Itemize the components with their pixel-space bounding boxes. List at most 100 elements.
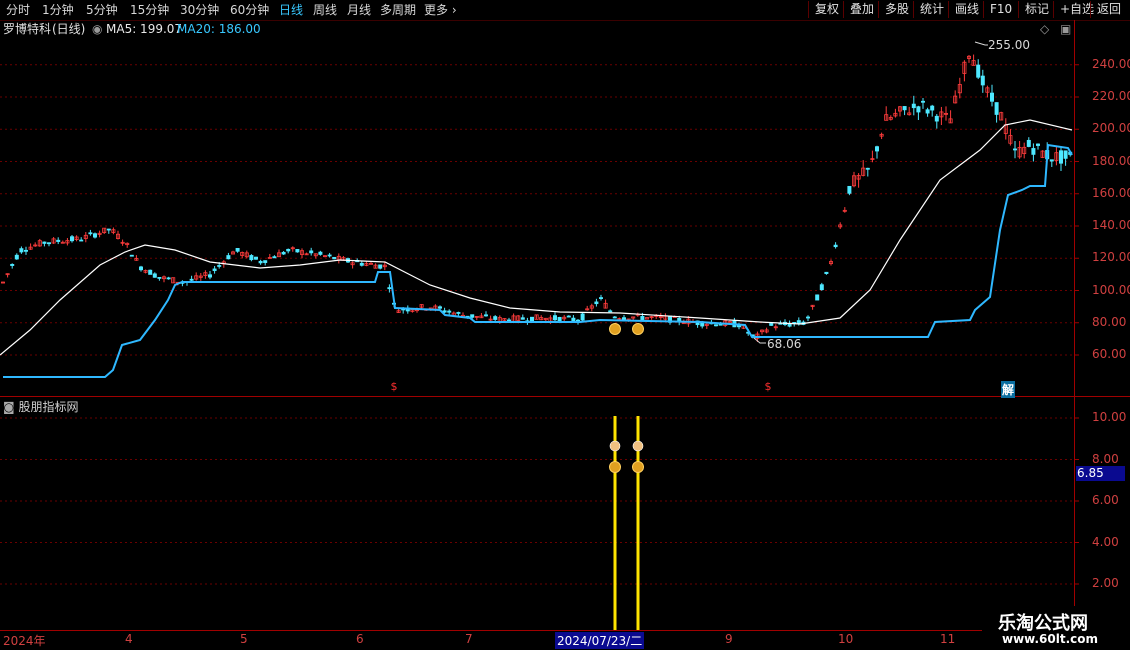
low-price-label: 68.06 (767, 337, 802, 351)
x-label-2024: 2024年 (3, 634, 46, 648)
candle-body (976, 64, 981, 78)
candle-body (769, 323, 774, 326)
candle-body (930, 105, 935, 111)
money-bag-icon (632, 323, 644, 335)
candle-body (42, 241, 47, 244)
candle-body (129, 254, 134, 257)
money-bag-icon (609, 461, 621, 473)
candle-body (1036, 143, 1041, 146)
candle-body (571, 317, 576, 321)
candle-body (249, 255, 254, 261)
candle-body (14, 254, 19, 260)
diamond-icon[interactable]: ◇ (1040, 22, 1049, 36)
trailing-stop-line (3, 143, 1073, 378)
candle-body (806, 316, 811, 319)
candle-body (23, 249, 28, 252)
indicator-tick-label: 2.00 (1092, 576, 1119, 590)
indicator-title: ◙ 股朋指标网 (3, 398, 78, 415)
candle-body (166, 277, 171, 280)
candle-body (875, 146, 880, 152)
candle-body (258, 260, 263, 264)
candle-body (332, 256, 337, 260)
candle-body (327, 254, 332, 257)
indicator-name: 股朋指标网 (18, 400, 79, 414)
price-tick-label: 80.00 (1092, 314, 1127, 329)
candle-body (138, 266, 143, 271)
candle-body (1063, 150, 1068, 159)
candle-body (833, 244, 838, 248)
indicator-tick-label: 6.00 (1092, 493, 1119, 507)
kline-chart[interactable]: $ $ (0, 0, 1130, 650)
window-toggle-icon[interactable]: ▣ (1060, 22, 1071, 36)
candle-body (286, 248, 291, 252)
candle-body (608, 310, 613, 313)
indicator-tick-label: 8.00 (1092, 451, 1119, 466)
candle-body (10, 264, 15, 266)
candle-body (456, 312, 461, 314)
candle-body (865, 167, 870, 170)
candle-body (847, 185, 852, 194)
candle-body (566, 315, 571, 318)
candle-body (1031, 148, 1036, 155)
candle-body (483, 314, 488, 317)
candle-body (925, 109, 930, 114)
x-label-5: 5 (240, 632, 248, 646)
candle-body (911, 103, 916, 109)
indicator-current-value: 6.85 (1076, 466, 1125, 481)
price-tick-label: 100.00 (1092, 282, 1130, 297)
x-label-10: 10 (838, 632, 854, 646)
candle-body (520, 317, 525, 320)
candle-body (819, 284, 824, 291)
candle-body (1013, 148, 1018, 151)
settings-circle-icon[interactable]: ◉ (92, 21, 102, 37)
candle-body (318, 251, 323, 255)
candle-body (447, 310, 452, 313)
dollar-marker-icon: $ (765, 380, 772, 393)
candle-body (580, 313, 585, 321)
candle-body (493, 316, 498, 320)
candle-body (934, 115, 939, 122)
x-label-7: 7 (465, 632, 473, 646)
candle-body (148, 269, 153, 275)
price-tick-label: 180.00 (1092, 153, 1130, 168)
candle-body (88, 232, 93, 235)
candle-body (553, 315, 558, 321)
cursor-date-label: 2024/07/23/二 (555, 632, 645, 649)
hand-pointer-icon (632, 440, 644, 452)
indicator-tick-label: 4.00 (1092, 534, 1119, 549)
low-leader (753, 337, 766, 344)
x-label-11: 11 (940, 632, 956, 646)
candle-body (824, 271, 829, 274)
ma5-label: MA5: 199.07 (106, 22, 183, 36)
price-tick-label: 60.00 (1092, 347, 1127, 361)
candle-body (189, 278, 194, 281)
candle-body (226, 255, 231, 260)
candle-body (622, 317, 627, 320)
price-tick-label: 240.00 (1092, 56, 1130, 71)
candle-body (272, 256, 277, 259)
candle-body (1059, 150, 1064, 164)
watermark-url: www.60lt.com (1002, 632, 1099, 646)
candle-body (990, 92, 995, 102)
price-tick-label: 160.00 (1092, 185, 1130, 200)
candle-body (217, 265, 222, 267)
candle-body (530, 316, 535, 322)
hand-pointer-icon (609, 440, 621, 452)
chevron-down-icon[interactable]: ◙ (3, 400, 18, 414)
candle-body (594, 301, 599, 305)
candle-body (263, 260, 268, 263)
candle-body (152, 273, 157, 278)
candle-body (309, 250, 314, 254)
candle-body (106, 228, 111, 231)
stock-name: 罗博特科 (3, 22, 52, 36)
candle-body (815, 294, 820, 301)
high-leader (974, 41, 988, 46)
jie-marker: 解 (1001, 381, 1016, 398)
candle-body (442, 310, 447, 313)
dollar-marker-icon: $ (391, 380, 398, 393)
x-label-9: 9 (725, 632, 733, 646)
period-label: (日线) (52, 22, 86, 36)
x-label-4: 4 (125, 632, 133, 646)
money-bag-icon (609, 323, 621, 335)
candle-body (714, 324, 719, 327)
